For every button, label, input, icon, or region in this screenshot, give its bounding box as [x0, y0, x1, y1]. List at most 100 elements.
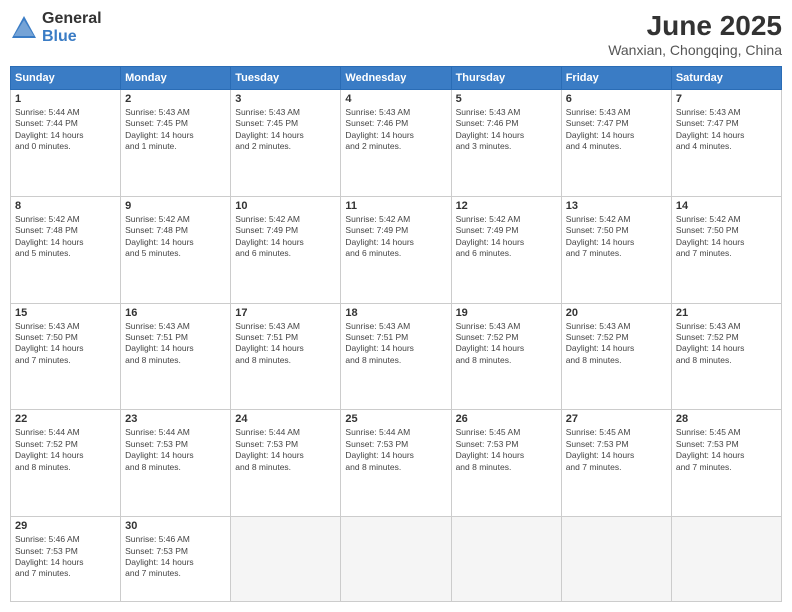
table-row: 25 Sunrise: 5:44 AM Sunset: 7:53 PM Dayli…	[341, 410, 451, 517]
day-number: 6	[566, 93, 667, 105]
header: General Blue June 2025 Wanxian, Chongqin…	[10, 10, 782, 58]
table-row	[671, 517, 781, 602]
day-info: Sunrise: 5:43 AM Sunset: 7:52 PM Dayligh…	[566, 321, 667, 367]
day-number: 19	[456, 307, 557, 319]
day-number: 1	[15, 93, 116, 105]
calendar-page: General Blue June 2025 Wanxian, Chongqin…	[0, 0, 792, 612]
day-info: Sunrise: 5:44 AM Sunset: 7:44 PM Dayligh…	[15, 107, 116, 153]
logo-general: General	[42, 10, 102, 28]
day-info: Sunrise: 5:43 AM Sunset: 7:50 PM Dayligh…	[15, 321, 116, 367]
table-row: 9 Sunrise: 5:42 AM Sunset: 7:48 PM Daylig…	[121, 196, 231, 303]
table-row: 24 Sunrise: 5:44 AM Sunset: 7:53 PM Dayli…	[231, 410, 341, 517]
day-number: 8	[15, 200, 116, 212]
title-block: June 2025 Wanxian, Chongqing, China	[608, 10, 782, 58]
table-row: 17 Sunrise: 5:43 AM Sunset: 7:51 PM Dayli…	[231, 303, 341, 410]
table-row	[451, 517, 561, 602]
day-number: 10	[235, 200, 336, 212]
table-row: 27Sunrise: 5:45 AM Sunset: 7:53 PM Dayli…	[561, 410, 671, 517]
col-tuesday: Tuesday	[231, 67, 341, 90]
calendar-table: Sunday Monday Tuesday Wednesday Thursday…	[10, 66, 782, 602]
table-row: 3Sunrise: 5:43 AM Sunset: 7:45 PM Daylig…	[231, 90, 341, 197]
logo: General Blue	[10, 10, 102, 45]
table-row: 5 Sunrise: 5:43 AM Sunset: 7:46 PM Daylig…	[451, 90, 561, 197]
day-number: 20	[566, 307, 667, 319]
table-row: 2Sunrise: 5:43 AM Sunset: 7:45 PM Daylig…	[121, 90, 231, 197]
table-row: 19 Sunrise: 5:43 AM Sunset: 7:52 PM Dayli…	[451, 303, 561, 410]
col-thursday: Thursday	[451, 67, 561, 90]
table-row	[231, 517, 341, 602]
day-number: 13	[566, 200, 667, 212]
day-number: 30	[125, 520, 226, 532]
day-number: 28	[676, 413, 777, 425]
table-row: 18Sunrise: 5:43 AM Sunset: 7:51 PM Dayli…	[341, 303, 451, 410]
day-number: 22	[15, 413, 116, 425]
location: Wanxian, Chongqing, China	[608, 42, 782, 58]
calendar-header-row: Sunday Monday Tuesday Wednesday Thursday…	[11, 67, 782, 90]
col-friday: Friday	[561, 67, 671, 90]
day-number: 17	[235, 307, 336, 319]
logo-icon	[10, 14, 38, 42]
day-number: 23	[125, 413, 226, 425]
day-info: Sunrise: 5:43 AM Sunset: 7:46 PM Dayligh…	[345, 107, 446, 153]
day-info: Sunrise: 5:43 AM Sunset: 7:51 PM Dayligh…	[125, 321, 226, 367]
table-row: 29Sunrise: 5:46 AM Sunset: 7:53 PM Dayli…	[11, 517, 121, 602]
month-title: June 2025	[608, 10, 782, 42]
day-info: Sunrise: 5:43 AM Sunset: 7:51 PM Dayligh…	[235, 321, 336, 367]
table-row	[341, 517, 451, 602]
day-info: Sunrise: 5:43 AM Sunset: 7:52 PM Dayligh…	[676, 321, 777, 367]
table-row: 4 Sunrise: 5:43 AM Sunset: 7:46 PM Daylig…	[341, 90, 451, 197]
day-number: 25	[345, 413, 446, 425]
day-number: 29	[15, 520, 116, 532]
day-number: 24	[235, 413, 336, 425]
day-info: Sunrise: 5:44 AM Sunset: 7:53 PM Dayligh…	[125, 427, 226, 473]
table-row: 20 Sunrise: 5:43 AM Sunset: 7:52 PM Dayli…	[561, 303, 671, 410]
day-info: Sunrise: 5:46 AM Sunset: 7:53 PM Dayligh…	[125, 534, 226, 580]
table-row: 22 Sunrise: 5:44 AM Sunset: 7:52 PM Dayli…	[11, 410, 121, 517]
day-number: 9	[125, 200, 226, 212]
day-info: Sunrise: 5:44 AM Sunset: 7:53 PM Dayligh…	[235, 427, 336, 473]
day-info: Sunrise: 5:45 AM Sunset: 7:53 PM Dayligh…	[566, 427, 667, 473]
table-row: 6 Sunrise: 5:43 AM Sunset: 7:47 PM Daylig…	[561, 90, 671, 197]
day-info: Sunrise: 5:42 AM Sunset: 7:48 PM Dayligh…	[15, 214, 116, 260]
table-row: 21 Sunrise: 5:43 AM Sunset: 7:52 PM Dayli…	[671, 303, 781, 410]
table-row	[561, 517, 671, 602]
day-number: 15	[15, 307, 116, 319]
table-row: 16 Sunrise: 5:43 AM Sunset: 7:51 PM Dayli…	[121, 303, 231, 410]
col-saturday: Saturday	[671, 67, 781, 90]
day-info: Sunrise: 5:42 AM Sunset: 7:49 PM Dayligh…	[345, 214, 446, 260]
table-row: 8 Sunrise: 5:42 AM Sunset: 7:48 PM Daylig…	[11, 196, 121, 303]
table-row: 11 Sunrise: 5:42 AM Sunset: 7:49 PM Dayli…	[341, 196, 451, 303]
table-row: 28Sunrise: 5:45 AM Sunset: 7:53 PM Dayli…	[671, 410, 781, 517]
table-row: 30 Sunrise: 5:46 AM Sunset: 7:53 PM Dayli…	[121, 517, 231, 602]
day-number: 2	[125, 93, 226, 105]
col-monday: Monday	[121, 67, 231, 90]
day-info: Sunrise: 5:43 AM Sunset: 7:45 PM Dayligh…	[235, 107, 336, 153]
day-info: Sunrise: 5:43 AM Sunset: 7:52 PM Dayligh…	[456, 321, 557, 367]
day-number: 5	[456, 93, 557, 105]
day-info: Sunrise: 5:44 AM Sunset: 7:53 PM Dayligh…	[345, 427, 446, 473]
day-number: 16	[125, 307, 226, 319]
table-row: 12 Sunrise: 5:42 AM Sunset: 7:49 PM Dayli…	[451, 196, 561, 303]
day-number: 14	[676, 200, 777, 212]
day-info: Sunrise: 5:42 AM Sunset: 7:49 PM Dayligh…	[235, 214, 336, 260]
table-row: 15 Sunrise: 5:43 AM Sunset: 7:50 PM Dayli…	[11, 303, 121, 410]
table-row: 23 Sunrise: 5:44 AM Sunset: 7:53 PM Dayli…	[121, 410, 231, 517]
day-info: Sunrise: 5:43 AM Sunset: 7:47 PM Dayligh…	[676, 107, 777, 153]
table-row: 26Sunrise: 5:45 AM Sunset: 7:53 PM Dayli…	[451, 410, 561, 517]
day-number: 11	[345, 200, 446, 212]
day-info: Sunrise: 5:44 AM Sunset: 7:52 PM Dayligh…	[15, 427, 116, 473]
day-number: 21	[676, 307, 777, 319]
day-number: 12	[456, 200, 557, 212]
day-info: Sunrise: 5:42 AM Sunset: 7:48 PM Dayligh…	[125, 214, 226, 260]
day-info: Sunrise: 5:42 AM Sunset: 7:50 PM Dayligh…	[676, 214, 777, 260]
table-row: 7Sunrise: 5:43 AM Sunset: 7:47 PM Daylig…	[671, 90, 781, 197]
day-info: Sunrise: 5:42 AM Sunset: 7:50 PM Dayligh…	[566, 214, 667, 260]
day-number: 18	[345, 307, 446, 319]
logo-text: General Blue	[42, 10, 102, 45]
logo-blue: Blue	[42, 28, 102, 46]
day-number: 4	[345, 93, 446, 105]
day-info: Sunrise: 5:43 AM Sunset: 7:46 PM Dayligh…	[456, 107, 557, 153]
day-info: Sunrise: 5:42 AM Sunset: 7:49 PM Dayligh…	[456, 214, 557, 260]
table-row: 14 Sunrise: 5:42 AM Sunset: 7:50 PM Dayli…	[671, 196, 781, 303]
day-info: Sunrise: 5:43 AM Sunset: 7:47 PM Dayligh…	[566, 107, 667, 153]
